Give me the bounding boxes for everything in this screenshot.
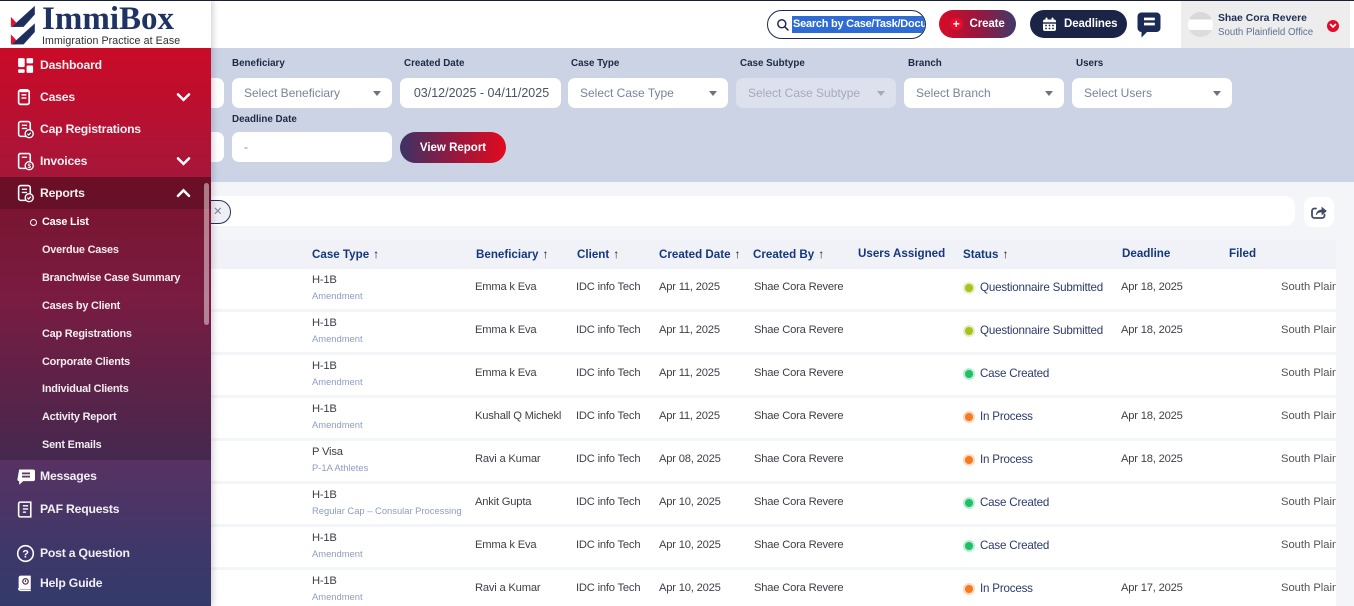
- svg-text:?: ?: [22, 548, 29, 560]
